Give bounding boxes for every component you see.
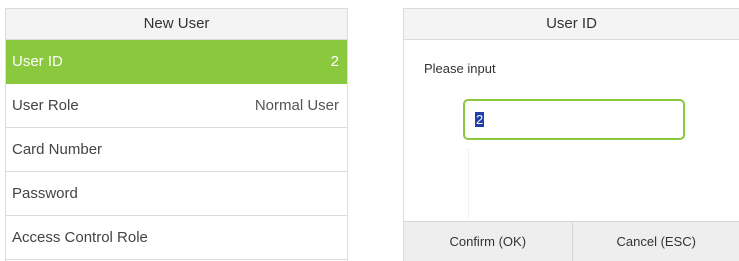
- menu-item-label: Card Number: [12, 141, 103, 158]
- menu-item-label: User Role: [12, 97, 79, 114]
- dialog-button-bar: Confirm (OK) Cancel (ESC): [404, 221, 739, 261]
- dialog-title: User ID: [404, 9, 739, 40]
- menu-item-user-id[interactable]: User ID 2: [6, 40, 347, 84]
- input-prompt: Please input: [424, 61, 496, 76]
- menu-item-value: Normal User: [254, 97, 339, 114]
- menu-item-label: Access Control Role: [12, 229, 148, 246]
- new-user-menu-panel: New User User ID 2 User Role Normal User…: [5, 8, 348, 261]
- menu-item-user-role[interactable]: User Role Normal User: [6, 84, 347, 128]
- menu-item-value: 2: [330, 53, 339, 70]
- menu-item-password[interactable]: Password: [6, 172, 347, 216]
- input-value-selected: 2: [475, 112, 485, 127]
- screen: New User User ID 2 User Role Normal User…: [0, 0, 739, 261]
- new-user-title: New User: [6, 9, 347, 40]
- cancel-button[interactable]: Cancel (ESC): [573, 222, 739, 261]
- user-id-input[interactable]: 2: [463, 99, 685, 140]
- menu-item-label: Password: [12, 185, 78, 202]
- menu-item-label: User ID: [12, 53, 63, 70]
- dotted-divider: [468, 149, 470, 219]
- menu-item-access-control-role[interactable]: Access Control Role: [6, 216, 347, 260]
- confirm-button[interactable]: Confirm (OK): [404, 222, 573, 261]
- user-id-dialog: User ID Please input 2 Confirm (OK) Canc…: [403, 8, 739, 261]
- menu-item-card-number[interactable]: Card Number: [6, 128, 347, 172]
